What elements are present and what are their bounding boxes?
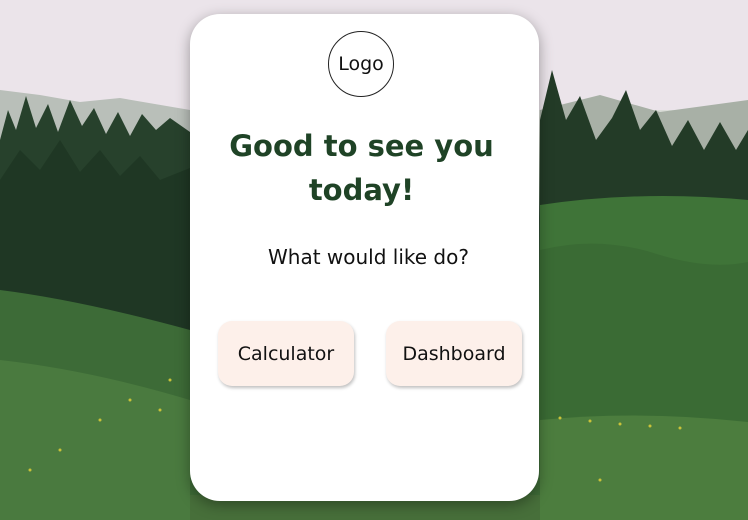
logo: Logo xyxy=(328,31,394,97)
headline-line-2: today! xyxy=(308,173,415,207)
dashboard-button[interactable]: Dashboard xyxy=(386,321,522,386)
headline-line-1: Good to see you xyxy=(229,129,494,163)
app-screen: Logo Good to see you today! What would l… xyxy=(0,0,748,520)
calculator-button[interactable]: Calculator xyxy=(218,321,354,386)
welcome-headline: Good to see you today! xyxy=(190,124,533,212)
welcome-subtitle: What would like do? xyxy=(268,245,469,269)
welcome-card: Logo Good to see you today! What would l… xyxy=(190,14,539,501)
